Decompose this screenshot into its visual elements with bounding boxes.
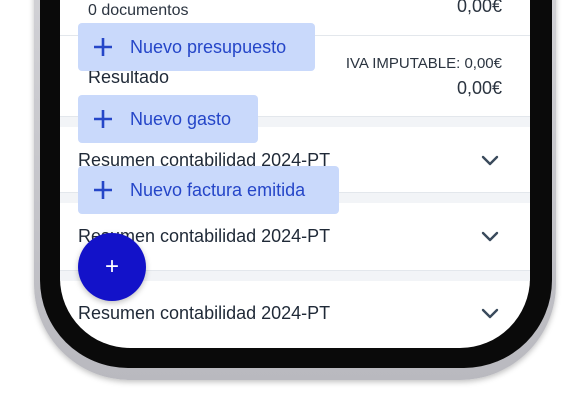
fab-add-button[interactable]: + <box>78 233 146 301</box>
app-screen: 0 documentos 0,00€ IVA IMPUTABLE: 0,00€ … <box>60 0 530 348</box>
new-expense-button[interactable]: Nuevo gasto <box>78 95 258 143</box>
fab-plus-label: + <box>104 253 119 280</box>
chevron-down-icon[interactable] <box>480 303 500 323</box>
chevron-down-icon[interactable] <box>480 150 500 170</box>
new-budget-button[interactable]: Nuevo presupuesto <box>78 23 315 71</box>
accordion-row-label: Resumen contabilidad 2024-PT <box>78 303 331 323</box>
plus-icon <box>94 110 112 128</box>
new-issued-invoice-button[interactable]: Nuevo factura emitida <box>78 166 339 214</box>
documents-amount: 0,00€ <box>456 0 502 16</box>
iva-imputable: IVA IMPUTABLE: 0,00€ <box>345 55 502 72</box>
documents-count: 0 documentos <box>88 2 189 19</box>
new-budget-label: Nuevo presupuesto <box>130 36 287 57</box>
new-issued-invoice-label: Nuevo factura emitida <box>130 179 306 200</box>
plus-icon <box>94 181 112 199</box>
chevron-down-icon[interactable] <box>480 226 500 246</box>
new-expense-label: Nuevo gasto <box>130 108 232 129</box>
result-amount: 0,00€ <box>456 78 502 98</box>
plus-icon <box>94 38 112 56</box>
accordion-row[interactable]: Resumen contabilidad 2024-PT <box>60 288 530 342</box>
